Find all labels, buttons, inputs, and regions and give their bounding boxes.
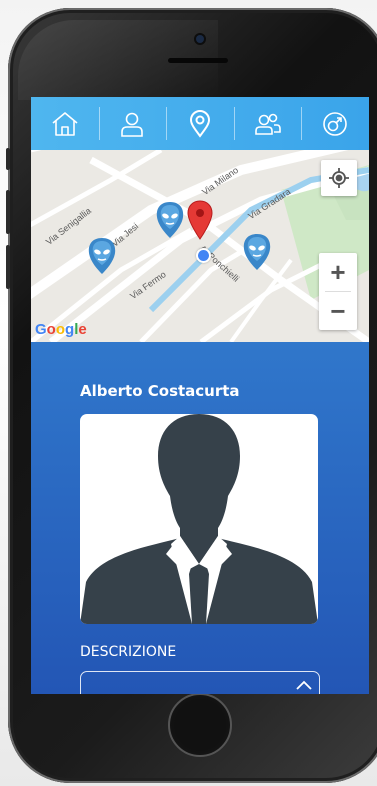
- nav-profile[interactable]: [98, 97, 167, 150]
- volume-up-button: [6, 190, 10, 234]
- description-label: DESCRIZIONE: [80, 644, 177, 660]
- zoom-control: + −: [319, 253, 357, 330]
- map-view[interactable]: Via Milano Via Gradara Via Senigallia Vi…: [31, 150, 369, 342]
- google-logo: Google: [35, 321, 87, 338]
- front-camera: [196, 35, 204, 43]
- nav-home[interactable]: [31, 97, 99, 150]
- volume-down-button: [6, 245, 10, 289]
- user-icon: [121, 112, 144, 137]
- users-icon: [254, 113, 281, 135]
- alien-marker-icon[interactable]: [87, 236, 117, 276]
- earpiece-speaker: [168, 58, 228, 63]
- chevron-up-icon[interactable]: [295, 679, 313, 691]
- my-location-button[interactable]: [321, 160, 357, 196]
- location-pin-icon: [189, 109, 210, 138]
- alien-marker-icon[interactable]: [242, 232, 272, 272]
- zoom-out-button[interactable]: −: [319, 292, 357, 330]
- profile-photo: [80, 414, 318, 624]
- mute-switch: [6, 148, 10, 170]
- zoom-in-button[interactable]: +: [319, 253, 357, 291]
- crosshair-icon: [329, 168, 349, 188]
- gender-icon: [323, 111, 347, 136]
- alien-marker-icon[interactable]: [155, 200, 185, 240]
- home-hardware-button[interactable]: [168, 693, 232, 757]
- top-nav-bar: [31, 97, 369, 150]
- profile-name: Alberto Costacurta: [80, 382, 240, 400]
- home-icon: [52, 111, 78, 136]
- red-location-pin-icon[interactable]: [187, 200, 213, 240]
- person-silhouette-icon: [80, 414, 318, 624]
- nav-users[interactable]: [233, 97, 302, 150]
- current-location-dot: [196, 248, 211, 263]
- nav-gender[interactable]: [301, 97, 369, 150]
- description-field[interactable]: [80, 671, 320, 694]
- nav-map[interactable]: [166, 97, 234, 150]
- app-screen: Via Milano Via Gradara Via Senigallia Vi…: [31, 97, 369, 694]
